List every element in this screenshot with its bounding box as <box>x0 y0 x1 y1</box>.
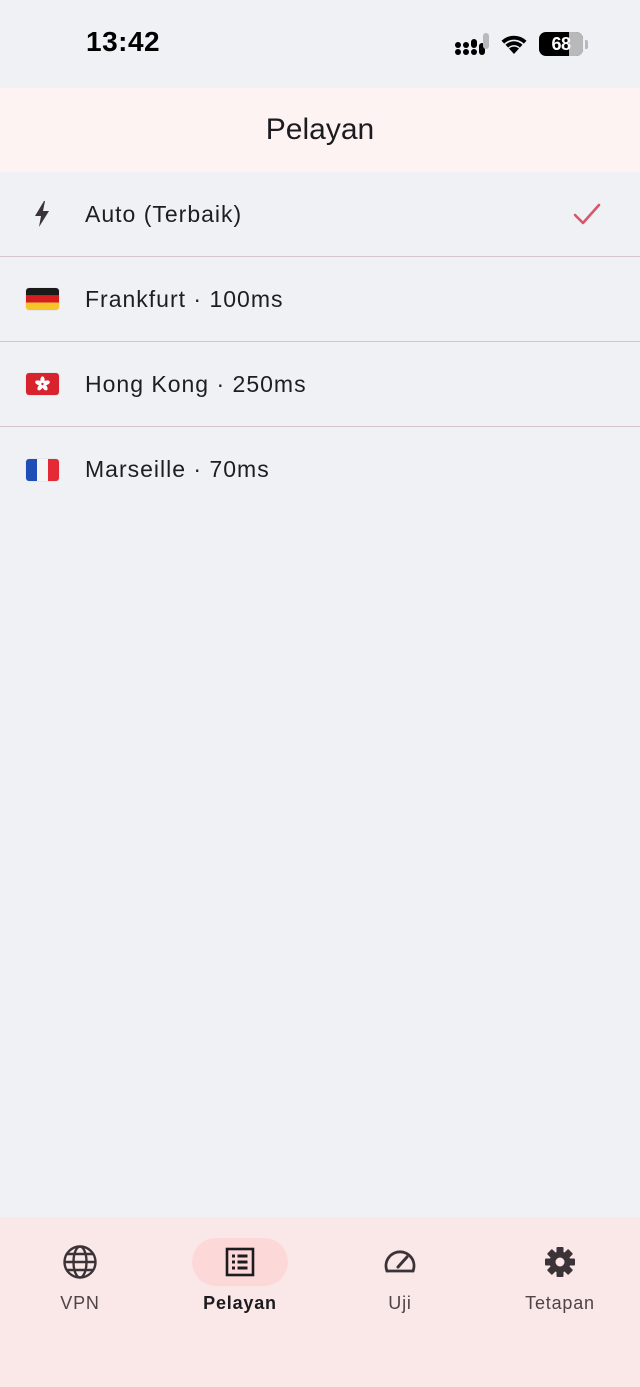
nav-label: Pelayan <box>203 1293 277 1313</box>
battery-tip <box>585 39 588 49</box>
speedometer-icon <box>384 1250 416 1273</box>
flag-france-icon <box>24 452 60 488</box>
status-icons: 68 <box>455 30 588 58</box>
nav-label: Uji <box>388 1293 412 1313</box>
wifi-icon <box>501 35 527 54</box>
server-label: Hong Kong · 250ms <box>85 370 307 397</box>
flag-hong-kong-icon <box>24 366 60 402</box>
server-item-hong-kong[interactable]: Hong Kong · 250ms <box>0 342 640 427</box>
server-item-frankfurt[interactable]: Frankfurt · 100ms <box>0 257 640 342</box>
battery-icon: 68 <box>539 32 583 56</box>
nav-label: VPN <box>60 1293 100 1313</box>
nav-item-uji[interactable]: Uji <box>320 1217 480 1387</box>
battery-level: 68 <box>551 33 571 54</box>
server-item-marseille[interactable]: Marseille · 70ms <box>0 427 640 512</box>
globe-icon <box>63 1245 97 1279</box>
server-label: Marseille · 70ms <box>85 456 270 482</box>
nav-pill-active <box>192 1238 288 1286</box>
nav-pill <box>32 1238 128 1286</box>
nav-item-vpn[interactable]: VPN <box>0 1217 160 1387</box>
screen: 13:42 68 Pelayan Auto (Terbaik) Frankfur… <box>0 0 640 1387</box>
nav-pill <box>352 1238 448 1286</box>
nav-label: Tetapan <box>525 1293 595 1313</box>
page-title: Pelayan <box>265 113 375 146</box>
nav-pill <box>512 1238 608 1286</box>
gear-icon <box>545 1247 575 1277</box>
signal-icon <box>455 33 489 55</box>
flag-germany-icon <box>24 281 60 317</box>
bolt-icon <box>24 196 60 232</box>
status-time: 13:42 <box>86 26 161 57</box>
server-list: Auto (Terbaik) Frankfurt · 100ms Hong Ko… <box>0 172 640 512</box>
nav-item-tetapan[interactable]: Tetapan <box>480 1217 640 1387</box>
server-label: Frankfurt · 100ms <box>85 285 284 312</box>
check-icon <box>573 203 601 225</box>
status-bar: 13:42 68 <box>0 0 640 88</box>
list-icon <box>225 1247 255 1277</box>
app-bar: Pelayan <box>0 88 640 172</box>
server-label: Auto (Terbaik) <box>85 200 243 227</box>
server-item-auto[interactable]: Auto (Terbaik) <box>0 172 640 257</box>
bottom-nav: VPN Pelayan Uji Tetapan <box>0 1217 640 1387</box>
nav-item-pelayan[interactable]: Pelayan <box>160 1217 320 1387</box>
